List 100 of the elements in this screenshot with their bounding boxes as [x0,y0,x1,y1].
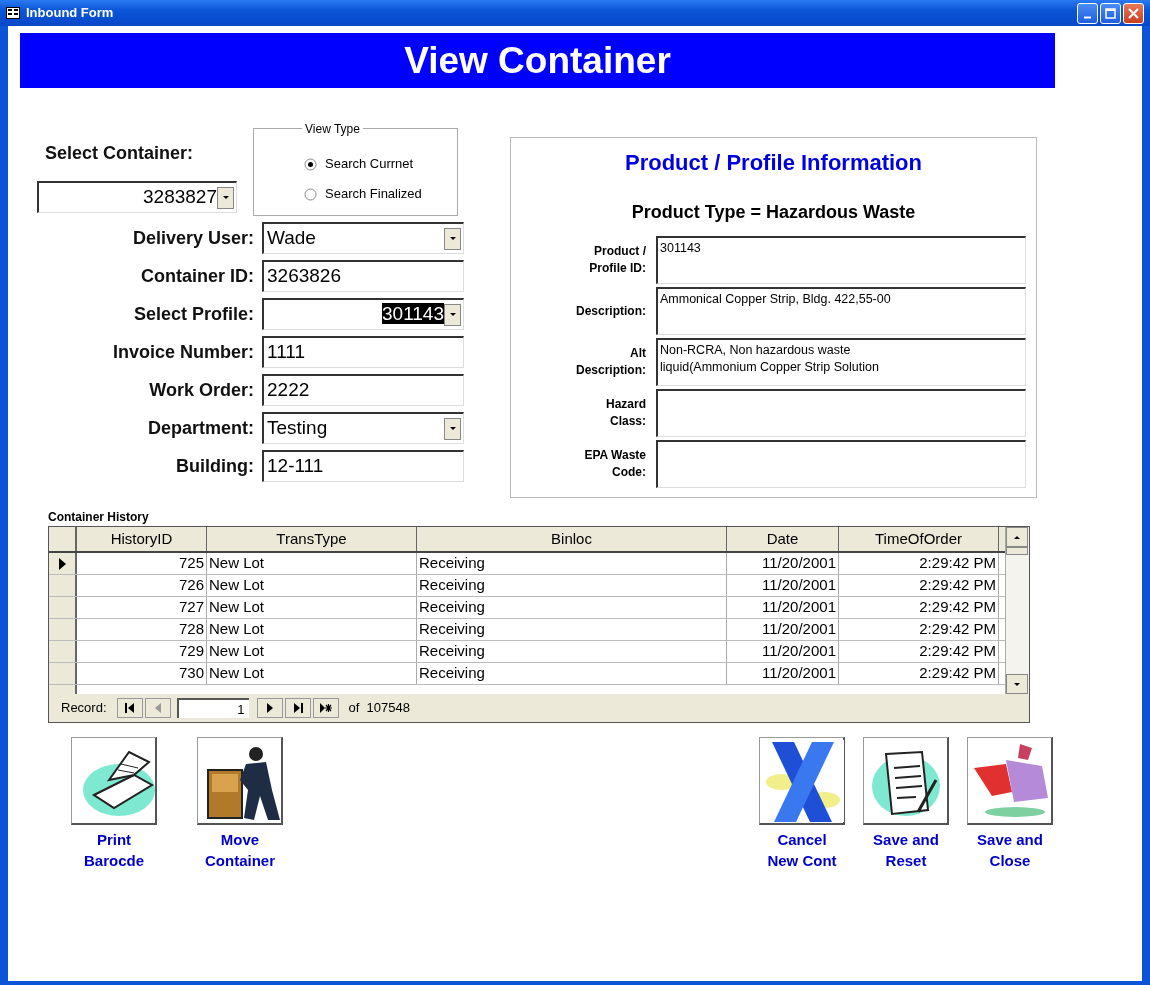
scroll-up-icon [1013,534,1021,540]
section-title: Container History [48,509,149,526]
field-label: Building: [175,454,255,478]
table-cell: 11/20/2001 [727,619,839,640]
field-label: Hazard Class: [605,396,646,430]
table-cell: New Lot [207,553,417,574]
table-cell: New Lot [207,597,417,618]
field-label: Invoice Number: [111,340,255,364]
field-label: Delivery User: [131,226,255,250]
action-button[interactable] [863,737,949,825]
input-field[interactable]: 2222 [262,374,464,406]
table-cell: New Lot [207,663,417,684]
table-cell: 730 [77,663,207,684]
table-cell: 2:29:42 PM [839,575,999,596]
next-record-button[interactable] [256,698,283,718]
button-caption: Print Barocde [84,830,144,871]
table-cell: 2:29:42 PM [839,619,999,640]
record-selector[interactable] [49,553,77,574]
table-cell: 2:29:42 PM [839,597,999,618]
action-button[interactable] [967,737,1053,825]
window-title: Inbound Form [26,4,114,23]
dropdown-button[interactable] [444,417,461,440]
action-button[interactable] [71,737,157,825]
table-cell: 2:29:42 PM [839,663,999,684]
input-field[interactable]: 12-111 [262,450,464,482]
input-field[interactable]: 3263826 [262,260,464,292]
form-icon [6,7,20,19]
table-cell: 11/20/2001 [727,663,839,684]
table-cell: New Lot [207,641,417,662]
table-cell: 2:29:42 PM [839,641,999,662]
first-record-icon [123,703,136,713]
column-header[interactable]: Binloc [417,527,727,551]
record-label: Record: [61,699,107,718]
button-caption: Move Container [205,830,275,871]
radio-option[interactable]: Search Finalized [304,179,422,209]
dropdown-button[interactable] [217,186,234,209]
scrollbar[interactable] [1005,527,1029,694]
minimize-button[interactable] [1077,2,1098,24]
dropdown-button[interactable] [444,303,461,326]
table-cell: 725 [77,553,207,574]
form-heading: View Container [20,33,1055,88]
table-cell: New Lot [207,619,417,640]
column-header[interactable]: TransType [207,527,417,551]
field-label: Select Container: [45,142,195,165]
scroll-thumb[interactable] [1006,547,1028,555]
record-number-field[interactable]: 1 [176,698,249,718]
last-record-button[interactable] [284,698,311,718]
field-value: Testing [266,416,329,441]
radio-option[interactable]: Search Currnet [304,149,414,179]
scroll-down-icon [1013,681,1021,687]
new-record-button[interactable] [312,698,339,718]
column-header[interactable]: Date [727,527,839,551]
text-area[interactable]: Ammonical Copper Strip, Bldg. 422,55-00 [656,287,1026,335]
table-cell: 11/20/2001 [727,553,839,574]
first-record-button[interactable] [116,698,143,718]
text-area[interactable]: Non-RCRA, Non hazardous waste liquid(Ammonium Copper Strip Solution [656,338,1026,386]
field-label: Product / Profile ID: [588,243,646,277]
field-value: Wade [266,226,317,251]
button-caption: Save and Close [977,830,1043,871]
field-label: Department: [147,416,255,440]
action-button[interactable] [197,737,283,825]
panel-title: Product / Profile Information [625,149,922,177]
table-cell: 11/20/2001 [727,575,839,596]
text-area[interactable] [656,440,1026,488]
input-field[interactable]: 1111 [262,336,464,368]
cancel-button[interactable] [759,737,845,825]
field-label: Alt Description: [575,345,646,379]
dropdown-arrow-icon [448,312,457,317]
table-cell: Receiving [417,641,727,662]
field-label: Container ID: [140,264,255,288]
table-cell: Receiving [417,575,727,596]
dropdown-arrow-icon [221,195,230,200]
table-cell: 727 [77,597,207,618]
maximize-icon [1105,7,1116,19]
button-caption: Cancel New Cont [767,830,837,871]
field-label: Work Order: [148,378,255,402]
table-cell: 728 [77,619,207,640]
table-cell: 11/20/2001 [727,641,839,662]
text-area[interactable]: 301143 [656,236,1026,284]
maximize-button[interactable] [1100,2,1121,24]
dropdown-field[interactable]: Wade [262,222,464,254]
dropdown-arrow-icon [448,426,457,431]
text-area[interactable] [656,389,1026,437]
dropdown-field[interactable]: 3283827 [37,181,237,213]
close-button[interactable] [1123,2,1144,24]
column-header[interactable]: HistoryID [77,527,207,551]
column-header[interactable]: TimeOfOrder [839,527,999,551]
dropdown-arrow-icon [448,236,457,241]
new-record-icon [319,703,332,713]
table-cell: Receiving [417,553,727,574]
minimize-icon [1084,15,1091,19]
dropdown-field[interactable]: 301143 [262,298,464,330]
last-record-icon [291,703,304,713]
radio-button[interactable] [304,157,317,171]
dropdown-field[interactable]: Testing [262,412,464,444]
radio-button[interactable] [304,187,317,201]
field-label: Description: [575,302,646,320]
current-record-icon [58,557,66,570]
table-cell: 726 [77,575,207,596]
dropdown-button[interactable] [444,227,461,250]
